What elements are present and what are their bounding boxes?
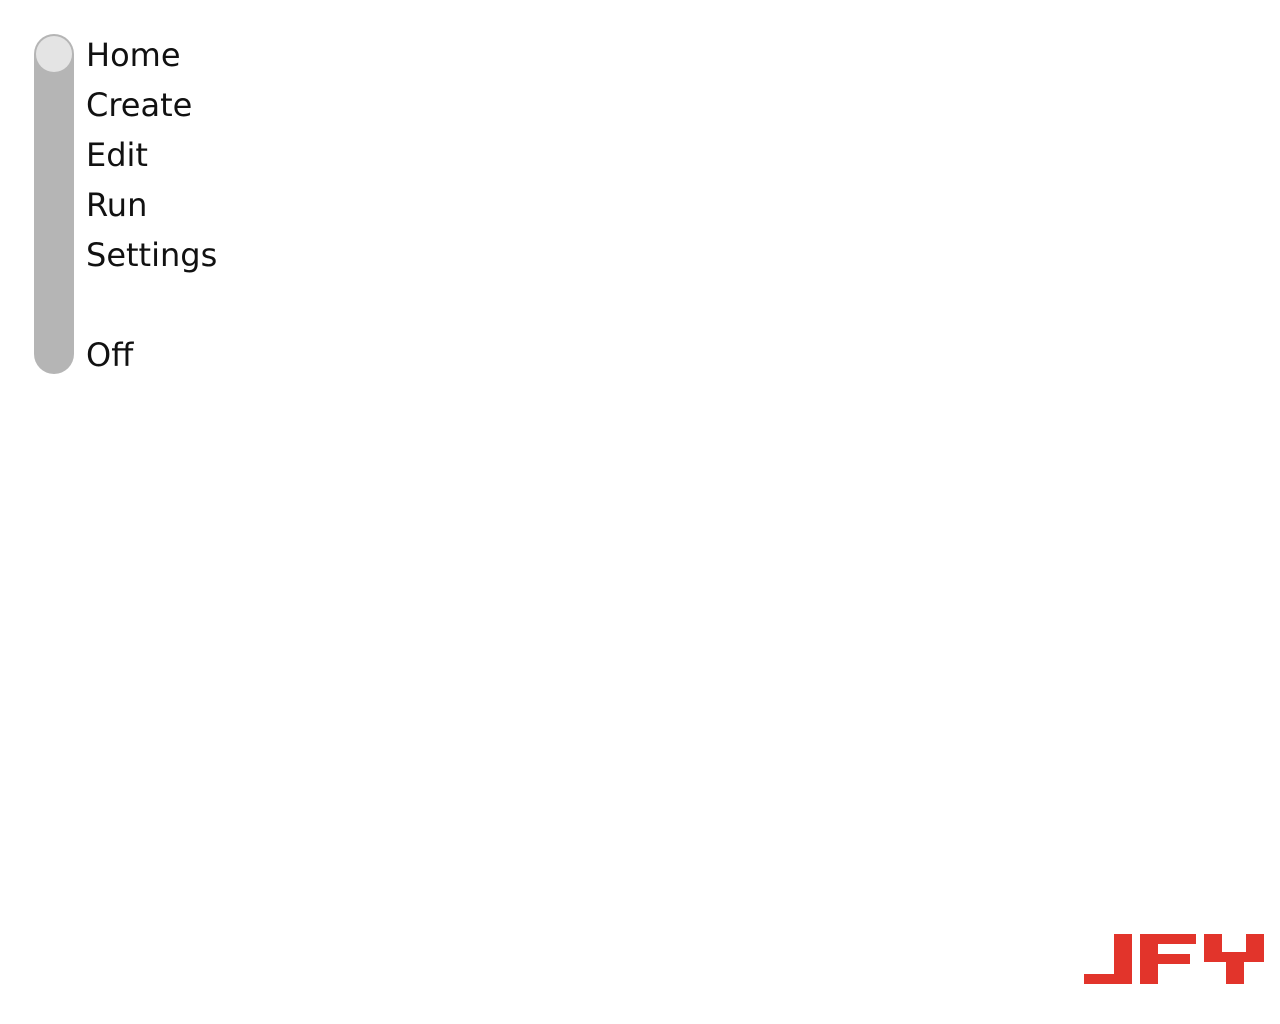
nav-item-off[interactable]: Off (86, 330, 133, 380)
slider-track[interactable] (34, 34, 74, 374)
nav-item-run[interactable]: Run (86, 180, 147, 230)
nav-item-home[interactable]: Home (86, 30, 181, 80)
slider-knob[interactable] (36, 36, 72, 72)
brand-logo (1084, 934, 1264, 984)
nav-item-create[interactable]: Create (86, 80, 192, 130)
nav-slider[interactable] (34, 34, 74, 374)
nav-item-settings[interactable]: Settings (86, 230, 217, 280)
nav-item-edit[interactable]: Edit (86, 130, 148, 180)
